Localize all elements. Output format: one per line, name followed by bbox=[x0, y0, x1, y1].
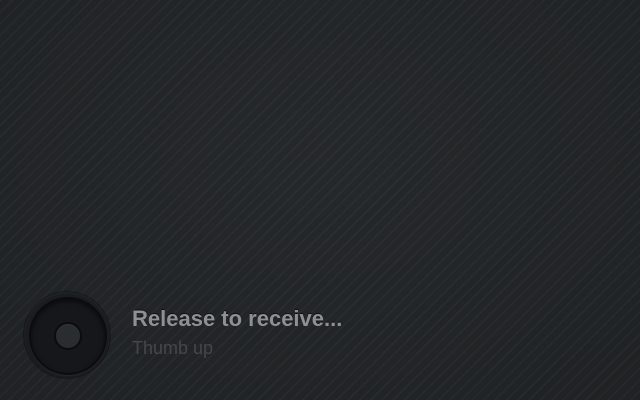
drag-knob[interactable] bbox=[24, 292, 110, 378]
instruction-subline: Thumb up bbox=[132, 338, 214, 358]
instruction-text: Release to receive... Thumb up bbox=[132, 304, 342, 360]
receive-screen: Release to receive... Thumb up bbox=[0, 0, 640, 400]
drag-knob-ring bbox=[29, 297, 107, 375]
instruction-headline: Release to receive... bbox=[132, 306, 343, 331]
drag-handle-icon bbox=[54, 322, 82, 350]
